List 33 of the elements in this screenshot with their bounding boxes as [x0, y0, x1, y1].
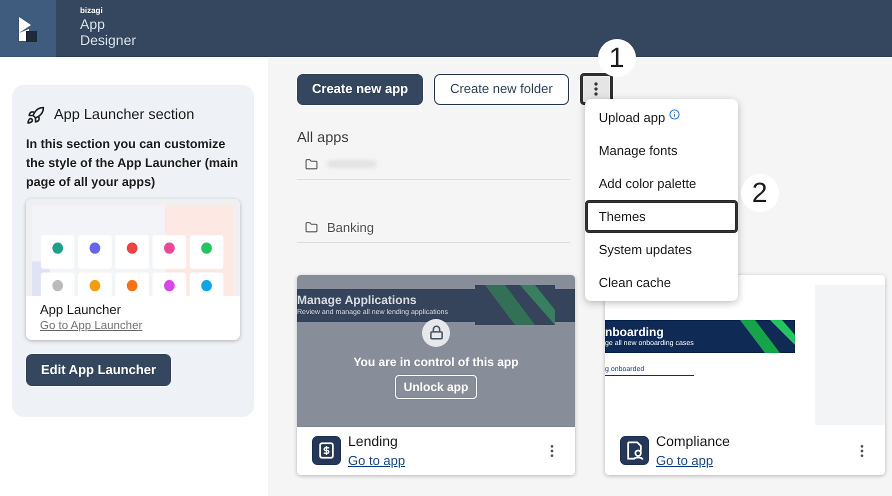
- app-name: Lending: [348, 432, 399, 451]
- preview-title: nboarding: [605, 324, 664, 340]
- person-document-icon: [620, 436, 649, 466]
- create-folder-button[interactable]: Create new folder: [434, 74, 569, 104]
- go-to-app-link[interactable]: Go to app: [348, 450, 406, 470]
- folder-icon: [305, 220, 318, 234]
- rocket-icon: [26, 106, 45, 126]
- menu-item[interactable]: Manage fonts: [584, 134, 738, 167]
- go-to-app-link[interactable]: Go to app: [656, 450, 730, 470]
- menu-item[interactable]: Add color palette: [584, 167, 738, 200]
- brand-name: bizagi: [80, 6, 104, 16]
- menu-item[interactable]: Clean cache: [584, 266, 738, 299]
- panel-description: In this section you can customize the style of the App Launcher (main page of all your apps): [26, 136, 240, 191]
- app-title: App: [80, 16, 106, 32]
- app-title: Designer: [80, 32, 136, 48]
- menu-item[interactable]: System updates: [584, 233, 738, 266]
- folder-row[interactable]: Banking: [297, 212, 570, 243]
- preview-title: Manage Applications: [297, 292, 417, 308]
- folder-icon: [305, 158, 318, 171]
- menu-item[interactable]: Upload app: [584, 101, 738, 134]
- panel-title: App Launcher section: [54, 106, 194, 125]
- section-title: All apps: [297, 129, 350, 148]
- create-app-button[interactable]: Create new app: [297, 74, 424, 104]
- app-name: Compliance: [656, 432, 730, 451]
- dollar-document-icon: [312, 436, 341, 466]
- callout-number: 2: [740, 174, 779, 212]
- info-icon: [669, 109, 680, 120]
- card-title: App Launcher: [40, 300, 122, 318]
- menu-item[interactable]: Themes: [584, 200, 738, 233]
- launcher-link[interactable]: Go to App Launcher: [40, 318, 142, 335]
- more-icon: [594, 82, 598, 96]
- lock-message: You are in control of this app: [353, 354, 519, 371]
- edit-launcher-button[interactable]: Edit App Launcher: [26, 354, 172, 386]
